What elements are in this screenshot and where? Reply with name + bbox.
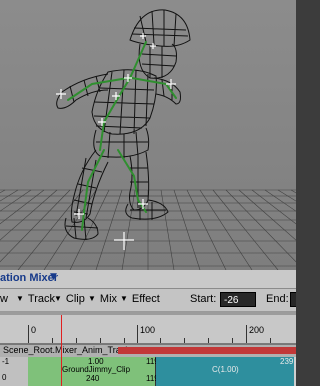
viewport-scene bbox=[0, 0, 296, 270]
menu-caret-icon: ▼ bbox=[88, 294, 96, 303]
3d-viewport[interactable] bbox=[0, 0, 296, 270]
animation-mixer: ation Mixer ▼ w ▼ Track ▼ Clip ▼ Mix ▼ Effec… bbox=[0, 270, 296, 386]
clip-start-bottom: 240 bbox=[86, 374, 100, 383]
menu-mix-label: Mix bbox=[99, 293, 118, 305]
ruler-tick bbox=[184, 338, 185, 343]
menu-track-label: Track bbox=[27, 293, 56, 305]
ruler-label-0: 0 bbox=[31, 325, 37, 335]
menu-clip-label: Clip bbox=[65, 293, 85, 305]
chevron-down-icon[interactable]: ▼ bbox=[50, 272, 57, 282]
ruler-tick bbox=[270, 338, 271, 343]
track-name: Scene_Root.Mixer_Anim_Track bbox=[3, 345, 130, 355]
mixer-titlebar: ation Mixer ▼ bbox=[0, 270, 296, 289]
menu-effect[interactable]: ▼ Effect bbox=[120, 293, 160, 305]
ruler-tick bbox=[232, 338, 233, 343]
clip-stub[interactable]: -1 0 bbox=[0, 357, 29, 386]
app-root: ation Mixer ▼ w ▼ Track ▼ Clip ▼ Mix ▼ Effec… bbox=[0, 0, 296, 386]
clip-compound-end: 239 bbox=[280, 357, 294, 366]
clip-name: GroundJimmy_Clip bbox=[62, 365, 131, 374]
menu-caret-icon: ▼ bbox=[16, 294, 24, 303]
clip-compound-name: C(1.00) bbox=[212, 365, 239, 374]
ruler-tick bbox=[124, 338, 125, 343]
clip-groundjimmy[interactable]: 1.00 GroundJimmy_Clip 119 240 119 bbox=[28, 357, 159, 386]
track-header[interactable]: Scene_Root.Mixer_Anim_Track bbox=[0, 344, 296, 357]
ruler-tick bbox=[246, 325, 247, 343]
menu-view[interactable]: w bbox=[0, 293, 8, 305]
end-field[interactable] bbox=[290, 292, 296, 307]
ruler-tick bbox=[160, 338, 161, 343]
menu-track[interactable]: ▼ Track bbox=[16, 293, 55, 305]
ruler-tick bbox=[208, 338, 209, 343]
menu-view-label: w bbox=[0, 293, 8, 305]
menu-mix[interactable]: ▼ Mix bbox=[88, 293, 117, 305]
ruler-tick bbox=[28, 325, 29, 343]
ruler-label-200: 200 bbox=[249, 325, 265, 335]
menu-clip[interactable]: ▼ Clip bbox=[54, 293, 85, 305]
menu-caret-icon: ▼ bbox=[54, 294, 62, 303]
track-highlight bbox=[118, 347, 296, 354]
ruler-tick bbox=[52, 338, 53, 343]
clip-track: -1 0 1.00 GroundJimmy_Clip 119 240 119 C… bbox=[0, 357, 296, 386]
end-label: End: bbox=[266, 293, 289, 305]
ruler-label-100: 100 bbox=[140, 325, 156, 335]
menu-effect-label: Effect bbox=[131, 293, 160, 305]
menu-caret-icon: ▼ bbox=[120, 294, 128, 303]
time-ruler[interactable]: 0 100 200 bbox=[0, 315, 296, 344]
clip-stub-top: -1 bbox=[2, 357, 10, 366]
ruler-tick bbox=[76, 338, 77, 343]
ruler-tick bbox=[137, 325, 138, 343]
clip-stub-bottom: 0 bbox=[2, 373, 7, 382]
start-field[interactable]: -26 bbox=[220, 292, 256, 307]
clip-compound[interactable]: C(1.00) 239 bbox=[156, 357, 294, 386]
ruler-tick bbox=[100, 338, 101, 343]
start-label: Start: bbox=[190, 293, 217, 305]
playhead-marker[interactable] bbox=[61, 315, 62, 386]
